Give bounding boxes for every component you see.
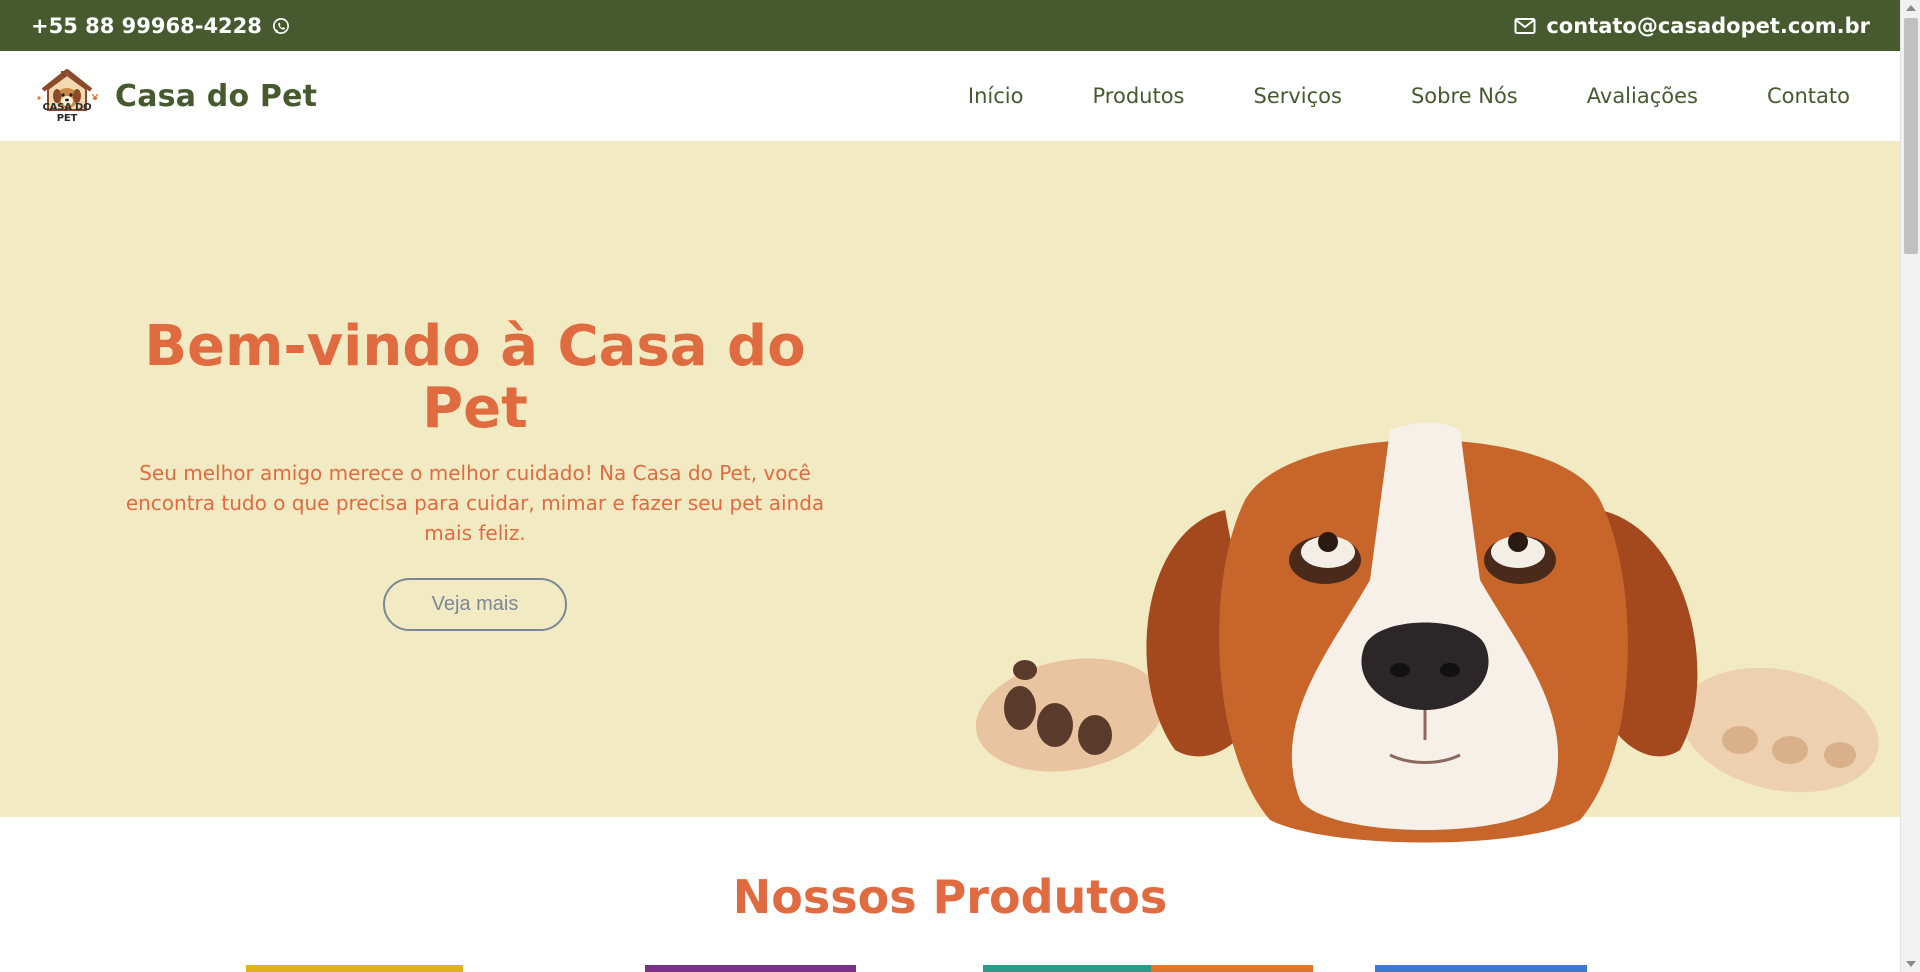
product-image[interactable] [645, 965, 856, 972]
hero-text-block: Bem-vindo à Casa do Pet Seu melhor amigo… [115, 316, 835, 631]
phone-contact[interactable]: +55 88 99968-4228 [31, 14, 290, 38]
brand[interactable]: CASA DO PET Casa do Pet [31, 68, 317, 124]
nav-item-servicos[interactable]: Serviços [1253, 84, 1341, 108]
product-image[interactable] [983, 965, 1151, 972]
main-navbar: CASA DO PET Casa do Pet Início Produtos … [0, 51, 1900, 141]
nav-item-contato[interactable]: Contato [1767, 84, 1850, 108]
vertical-scrollbar[interactable] [1900, 0, 1920, 972]
nav-item-sobre-nos[interactable]: Sobre Nós [1411, 84, 1518, 108]
scroll-up-arrow-icon[interactable] [1906, 5, 1916, 11]
top-contact-bar: +55 88 99968-4228 contato@casadopet.com.… [0, 0, 1900, 51]
whatsapp-icon[interactable] [272, 17, 290, 35]
product-image[interactable] [1151, 965, 1313, 972]
phone-number[interactable]: +55 88 99968-4228 [31, 14, 262, 38]
main-nav: Início Produtos Serviços Sobre Nós Avali… [968, 51, 1850, 141]
email-contact[interactable]: contato@casadopet.com.br [1514, 14, 1870, 38]
product-image[interactable] [1375, 965, 1587, 972]
scroll-thumb[interactable] [1904, 18, 1918, 254]
site-title[interactable]: Casa do Pet [115, 79, 317, 114]
nav-item-inicio[interactable]: Início [968, 84, 1024, 108]
veja-mais-button[interactable]: Veja mais [383, 578, 567, 631]
hero-subtitle: Seu melhor amigo merece o melhor cuidado… [125, 461, 825, 545]
hero-title: Bem-vindo à Casa do Pet [144, 314, 806, 441]
nav-item-produtos[interactable]: Produtos [1093, 84, 1185, 108]
beagle-dog-image [975, 422, 1879, 843]
logo-text: CASA DO PET [42, 102, 92, 124]
scroll-down-arrow-icon[interactable] [1906, 961, 1916, 967]
products-section-title: Nossos Produtos [732, 870, 1168, 924]
nav-item-avaliacoes[interactable]: Avaliações [1587, 84, 1698, 108]
product-image[interactable] [246, 965, 463, 972]
envelope-icon [1514, 17, 1536, 35]
logo[interactable]: CASA DO PET [31, 68, 103, 124]
email-address[interactable]: contato@casadopet.com.br [1546, 14, 1870, 38]
